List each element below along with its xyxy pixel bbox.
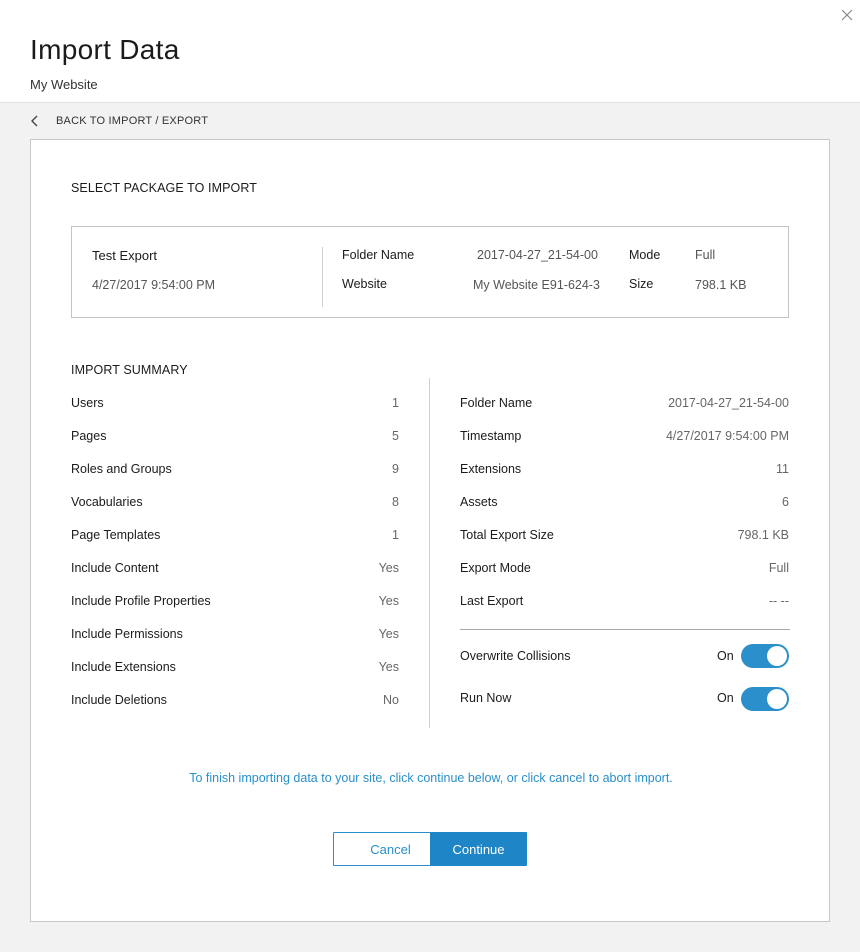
summary-value-include-permissions: Yes (378, 627, 399, 641)
package-card[interactable]: Test Export 4/27/2017 9:54:00 PM Folder … (71, 226, 789, 318)
toggle-section-divider (460, 629, 790, 630)
summary-value-last-export: -- -- (768, 594, 789, 608)
page-subtitle: My Website (30, 77, 98, 92)
package-mode-label: Mode (629, 248, 661, 262)
summary-value-users: 1 (392, 396, 399, 410)
summary-label-last-export: Last Export (460, 594, 524, 608)
summary-value-export-mode: Full (768, 561, 789, 575)
package-folder-name-label: Folder Name (342, 248, 415, 262)
summary-label-include-profile-properties: Include Profile Properties (71, 594, 211, 608)
package-date: 4/27/2017 9:54:00 PM (92, 278, 216, 292)
summary-value-vocabularies: 8 (392, 495, 399, 509)
summary-value-pages: 5 (392, 429, 399, 443)
overwrite-collisions-label: Overwrite Collisions (460, 649, 571, 663)
summary-label-include-deletions: Include Deletions (71, 693, 167, 707)
package-website-value: My Website E91-624-3 (473, 278, 600, 292)
summary-label-page-templates: Page Templates (71, 528, 161, 542)
back-to-import-export-link[interactable]: BACK TO IMPORT / EXPORT (28, 110, 208, 132)
back-link-label: BACK TO IMPORT / EXPORT (56, 115, 209, 127)
summary-column-divider (429, 378, 430, 728)
package-website-label: Website (342, 277, 387, 291)
summary-label-timestamp: Timestamp (460, 429, 522, 443)
import-summary-title: IMPORT SUMMARY (71, 363, 188, 377)
package-divider (322, 247, 323, 307)
summary-label-export-mode: Export Mode (460, 561, 531, 575)
package-size-label: Size (629, 277, 654, 291)
package-folder-name-value: 2017-04-27_21-54-00 (477, 248, 598, 262)
page-title: Import Data (30, 34, 180, 65)
summary-value-roles-groups: 9 (392, 462, 399, 476)
summary-label-extensions: Extensions (460, 462, 522, 476)
summary-value-page-templates: 1 (392, 528, 399, 542)
summary-value-total-export-size: 798.1 KB (737, 528, 789, 542)
summary-value-extensions: 11 (776, 462, 789, 476)
summary-label-assets: Assets (460, 495, 498, 509)
dialog-header: Import Data My Website (0, 0, 860, 103)
run-now-label: Run Now (460, 691, 512, 705)
import-panel: SELECT PACKAGE TO IMPORT Test Export 4/2… (30, 139, 830, 922)
summary-value-include-extensions: Yes (378, 660, 399, 674)
continue-button[interactable]: Continue (430, 832, 527, 866)
summary-value-folder-name: 2017-04-27_21-54-00 (668, 396, 789, 410)
select-package-title: SELECT PACKAGE TO IMPORT (71, 181, 258, 195)
summary-value-include-content: Yes (378, 561, 399, 575)
summary-label-include-extensions: Include Extensions (71, 660, 176, 674)
chevron-left-icon (28, 114, 42, 128)
summary-label-pages: Pages (71, 429, 107, 443)
package-size-value: 798.1 KB (695, 278, 747, 292)
overwrite-collisions-state: On (717, 649, 734, 663)
summary-value-include-deletions: No (383, 693, 399, 707)
summary-label-vocabularies: Vocabularies (71, 495, 143, 509)
summary-label-users: Users (71, 396, 104, 410)
package-name: Test Export (92, 248, 158, 263)
summary-label-include-permissions: Include Permissions (71, 627, 183, 641)
package-mode-value: Full (695, 248, 716, 262)
summary-value-assets: 6 (782, 495, 789, 509)
summary-label-total-export-size: Total Export Size (460, 528, 554, 542)
toggle-knob (767, 689, 787, 709)
toggle-knob (767, 646, 787, 666)
summary-value-timestamp: 4/27/2017 9:54:00 PM (665, 429, 789, 443)
overwrite-collisions-toggle[interactable] (741, 644, 789, 668)
run-now-toggle[interactable] (741, 687, 789, 711)
finish-import-info: To finish importing data to your site, c… (189, 771, 673, 785)
summary-label-roles-groups: Roles and Groups (71, 462, 172, 476)
summary-value-include-profile-properties: Yes (378, 594, 399, 608)
close-icon[interactable] (838, 6, 856, 24)
run-now-state: On (717, 691, 734, 705)
summary-label-folder-name: Folder Name (460, 396, 533, 410)
summary-label-include-content: Include Content (71, 561, 159, 575)
